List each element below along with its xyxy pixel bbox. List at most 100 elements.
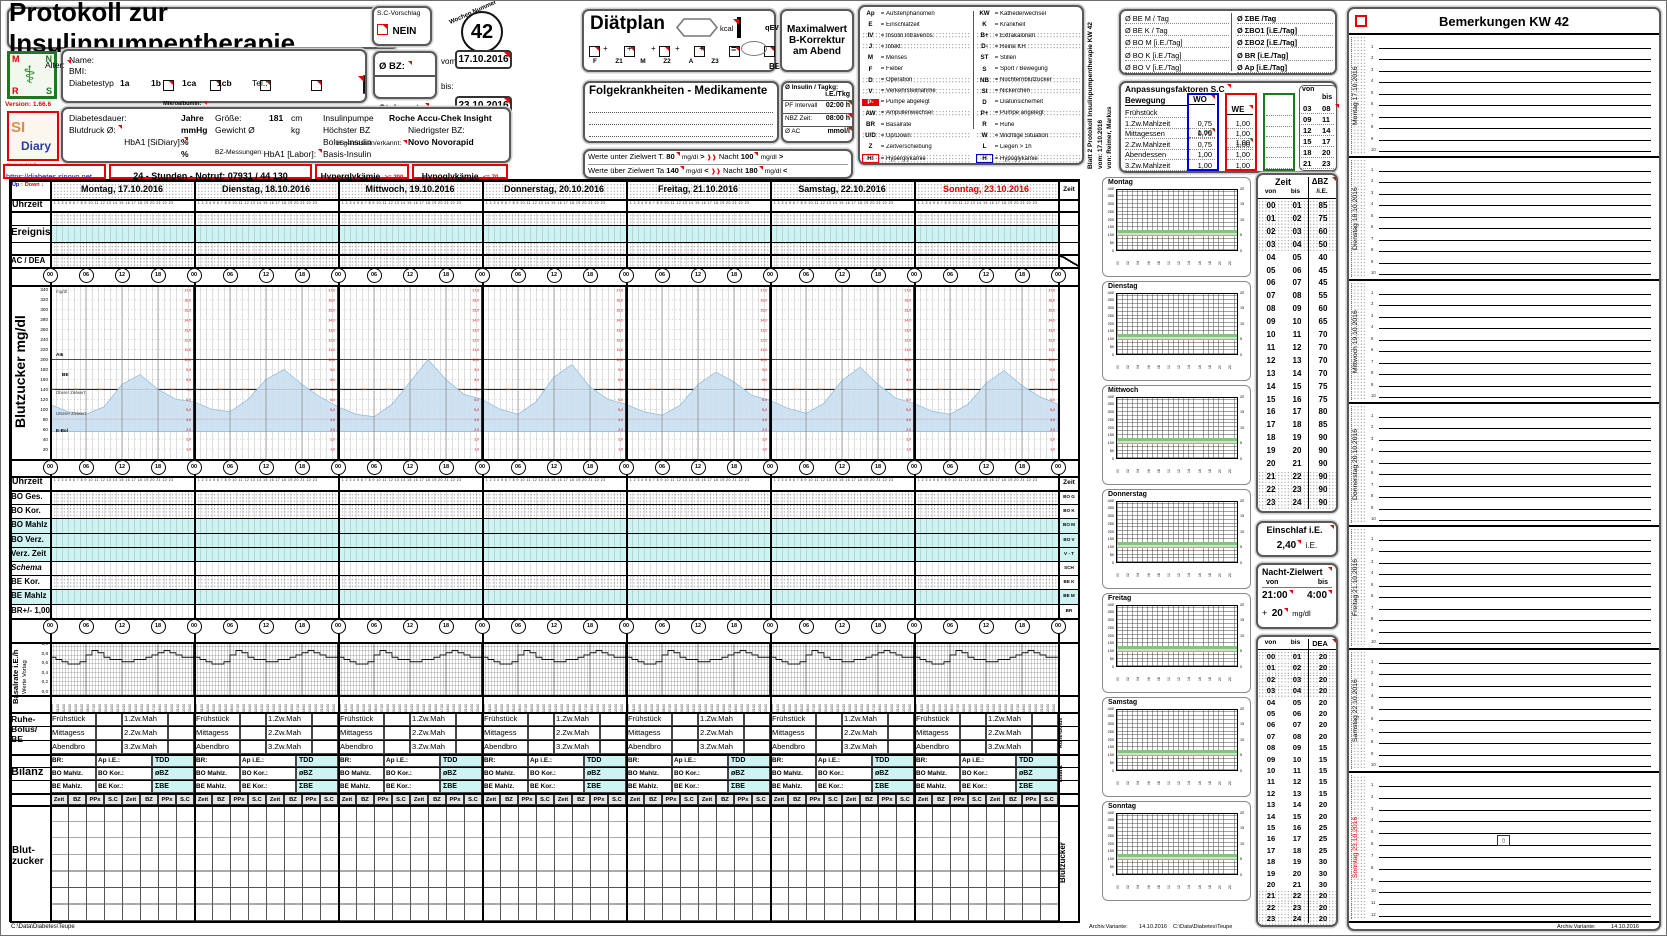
meal-value-cell[interactable] bbox=[240, 726, 266, 740]
dea-table-row[interactable]: 141520 bbox=[1258, 811, 1336, 822]
bilanz-cell-label[interactable]: BE Kor.: bbox=[528, 780, 584, 793]
bilanz-cell-label[interactable]: BO Kor.: bbox=[528, 767, 584, 780]
zeit-table-row[interactable]: 111270 bbox=[1258, 342, 1336, 355]
bemerkungen-line[interactable] bbox=[1379, 71, 1651, 72]
data-row[interactable] bbox=[914, 504, 1058, 518]
typ-1cb-checkbox[interactable] bbox=[311, 80, 322, 91]
meal-value-cell[interactable] bbox=[888, 740, 914, 754]
data-row[interactable] bbox=[194, 561, 338, 575]
bemerkungen-line[interactable] bbox=[1379, 140, 1651, 141]
data-row[interactable] bbox=[482, 490, 626, 504]
data-row[interactable] bbox=[338, 561, 482, 575]
folge-line-2[interactable] bbox=[589, 113, 773, 125]
bilanz-sum-cell[interactable]: øBZ bbox=[584, 767, 626, 780]
bemerkungen-line[interactable] bbox=[1379, 663, 1651, 664]
dea-table-row[interactable]: 111215 bbox=[1258, 776, 1336, 787]
dea-table-row[interactable]: 202130 bbox=[1258, 879, 1336, 890]
bilanz-cell-label[interactable]: BR: bbox=[626, 754, 672, 767]
meal-value-cell[interactable] bbox=[744, 712, 770, 726]
typ-1a-checkbox[interactable] bbox=[163, 80, 174, 91]
bemerkungen-line[interactable] bbox=[1379, 251, 1651, 252]
ereignis-row-main[interactable] bbox=[914, 225, 1058, 242]
dea-table-row[interactable]: 192030 bbox=[1258, 868, 1336, 879]
bilanz-cell-label[interactable]: BR: bbox=[770, 754, 816, 767]
meal-value-cell[interactable] bbox=[312, 726, 338, 740]
bilanz-sum-cell[interactable]: øBZ bbox=[440, 767, 482, 780]
data-row[interactable] bbox=[770, 561, 914, 575]
zeit-table-row[interactable]: 171885 bbox=[1258, 419, 1336, 432]
bemerkungen-line[interactable] bbox=[1379, 674, 1651, 675]
data-row[interactable] bbox=[482, 504, 626, 518]
zeit-table-row[interactable]: 040540 bbox=[1258, 252, 1336, 265]
bilanz-cell-label[interactable]: BE Mahlz. bbox=[626, 780, 672, 793]
bilanz-cell-label[interactable]: BO Mahlz. bbox=[770, 767, 816, 780]
date-from[interactable]: 17.10.2016 bbox=[455, 50, 512, 69]
data-row[interactable] bbox=[194, 604, 338, 618]
bemerkungen-line[interactable] bbox=[1379, 916, 1651, 917]
bilanz-sum-cell[interactable]: øBZ bbox=[152, 767, 194, 780]
zeit-table-row[interactable]: 202190 bbox=[1258, 458, 1336, 471]
bemerkungen-line[interactable] bbox=[1379, 620, 1651, 621]
diaet-slot-checkbox-F[interactable] bbox=[589, 46, 600, 57]
meal-value-cell[interactable] bbox=[672, 740, 698, 754]
folge-line-3[interactable] bbox=[589, 125, 773, 137]
meal-value-cell[interactable] bbox=[384, 740, 410, 754]
data-row[interactable] bbox=[914, 547, 1058, 561]
meal-value-cell[interactable] bbox=[1032, 726, 1058, 740]
data-row[interactable] bbox=[626, 518, 770, 532]
bilanz-cell-label[interactable]: Ap i.E.: bbox=[528, 754, 584, 767]
dea-table-row[interactable]: 212220 bbox=[1258, 890, 1336, 901]
zeit-table-row[interactable]: 020360 bbox=[1258, 226, 1336, 239]
blutzucker-entry-grid[interactable] bbox=[194, 805, 338, 921]
data-row[interactable] bbox=[194, 504, 338, 518]
bemerkungen-line[interactable] bbox=[1379, 217, 1651, 218]
ac-dea-row[interactable] bbox=[482, 254, 626, 267]
kcal-input[interactable] bbox=[737, 17, 741, 38]
bemerkungen-line[interactable] bbox=[1379, 609, 1651, 610]
zeit-table-row[interactable]: 121370 bbox=[1258, 355, 1336, 368]
bilanz-cell-label[interactable]: BE Mahlz. bbox=[914, 780, 960, 793]
meal-value-cell[interactable] bbox=[456, 726, 482, 740]
dea-table-row[interactable]: 171825 bbox=[1258, 845, 1336, 856]
nacht-offset-value[interactable]: 20 bbox=[1272, 608, 1288, 619]
von-value[interactable]: 12 bbox=[1303, 126, 1315, 135]
bilanz-sum-cell[interactable]: TDD bbox=[1016, 754, 1058, 767]
zeit-table-row[interactable]: 141575 bbox=[1258, 381, 1336, 394]
data-row[interactable] bbox=[50, 561, 194, 575]
bemerkungen-line[interactable] bbox=[1379, 766, 1651, 767]
data-row[interactable] bbox=[194, 589, 338, 603]
bemerkungen-line[interactable] bbox=[1379, 798, 1651, 799]
bemerkungen-line[interactable] bbox=[1379, 48, 1651, 49]
bemerkungen-line[interactable] bbox=[1379, 397, 1651, 398]
nacht-from-value[interactable]: 21:00 bbox=[1262, 590, 1293, 601]
meal-value-cell[interactable] bbox=[528, 726, 554, 740]
meal-value-cell[interactable] bbox=[600, 740, 626, 754]
bilanz-sum-cell[interactable]: øBZ bbox=[872, 767, 914, 780]
bilanz-sum-cell[interactable]: ΣBE bbox=[1016, 780, 1058, 793]
bemerkungen-line[interactable] bbox=[1379, 151, 1651, 152]
zeit-table-row[interactable]: 030450 bbox=[1258, 239, 1336, 252]
bilanz-sum-cell[interactable]: TDD bbox=[152, 754, 194, 767]
bis-value[interactable]: 11 bbox=[1322, 115, 1330, 124]
bilanz-cell-label[interactable]: BE Kor.: bbox=[384, 780, 440, 793]
ereignis-row-main[interactable] bbox=[194, 225, 338, 242]
dea-table-row[interactable]: 010220 bbox=[1258, 662, 1336, 673]
zeit-table-row[interactable]: 161780 bbox=[1258, 406, 1336, 419]
data-row[interactable] bbox=[626, 589, 770, 603]
bilanz-cell-label[interactable]: Ap i.E.: bbox=[384, 754, 440, 767]
bilanz-cell-label[interactable]: BO Kor.: bbox=[240, 767, 296, 780]
bilanz-sum-cell[interactable]: TDD bbox=[296, 754, 338, 767]
bemerkungen-line[interactable] bbox=[1379, 374, 1651, 375]
meal-value-cell[interactable] bbox=[1032, 740, 1058, 754]
meal-value-cell[interactable] bbox=[168, 712, 194, 726]
data-row[interactable] bbox=[914, 589, 1058, 603]
bilanz-cell-label[interactable]: BO Mahlz. bbox=[482, 767, 528, 780]
data-row[interactable] bbox=[50, 589, 194, 603]
data-row[interactable] bbox=[770, 504, 914, 518]
bemerkungen-line[interactable] bbox=[1379, 363, 1651, 364]
sinovo-link[interactable]: https://diabetes.sinovo.net bbox=[5, 172, 92, 179]
meal-value-cell[interactable] bbox=[744, 740, 770, 754]
bemerkungen-line[interactable] bbox=[1379, 294, 1651, 295]
ereignis-row-main[interactable] bbox=[770, 225, 914, 242]
bilanz-sum-cell[interactable]: TDD bbox=[584, 754, 626, 767]
